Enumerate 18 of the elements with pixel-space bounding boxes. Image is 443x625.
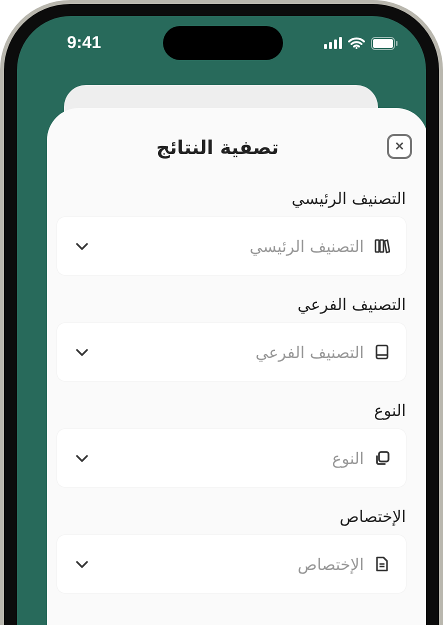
- field-label: النوع: [373, 400, 406, 422]
- close-button[interactable]: ×: [387, 134, 412, 159]
- field-label: التصنيف الفرعي: [296, 294, 406, 316]
- chevron-down-icon: [75, 454, 89, 463]
- signal-icon: [324, 37, 342, 49]
- dropdown-field[interactable]: التصنيف الفرعي: [57, 323, 406, 381]
- wifi-icon: [348, 37, 365, 49]
- field-label: الإختصاص: [338, 506, 406, 528]
- status-time: 9:41: [67, 33, 102, 53]
- chevron-down-icon: [75, 348, 89, 357]
- field-label: التصنيف الرئيسي: [290, 188, 406, 210]
- dropdown-field[interactable]: التصنيف الرئيسي: [57, 217, 406, 275]
- dropdown-field[interactable]: الإختصاص: [57, 535, 406, 593]
- chevron-down-icon: [75, 242, 89, 251]
- chevron-down-icon: [75, 560, 89, 569]
- dropdown-field[interactable]: النوع: [57, 429, 406, 487]
- battery-icon: [371, 36, 398, 50]
- sheet-title: تصفية النتائج: [156, 137, 279, 159]
